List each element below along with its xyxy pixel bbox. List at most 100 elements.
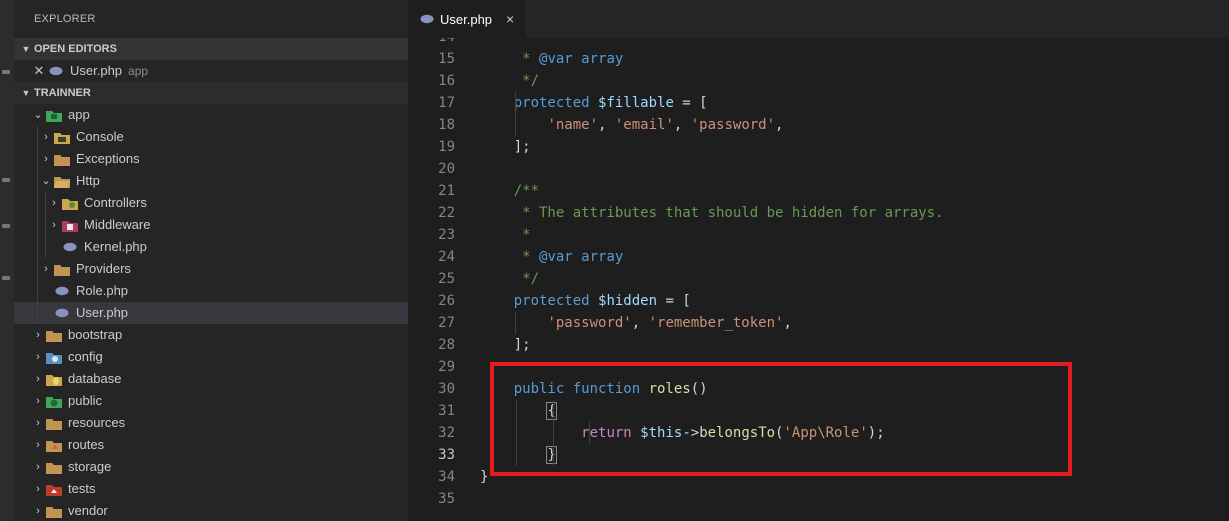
indent-guide — [515, 92, 516, 114]
tab-user-php[interactable]: User.php × — [408, 0, 525, 38]
config-folder-icon — [46, 350, 62, 364]
code-line[interactable]: 19 ]; — [408, 136, 1229, 158]
code-line[interactable]: 26 protected $hidden = [ — [408, 290, 1229, 312]
tree-folder-storage[interactable]: › storage — [14, 456, 408, 478]
chevron-right-icon: › — [52, 197, 56, 209]
code-token: /** — [480, 183, 540, 199]
line-text: protected $hidden = [ — [480, 290, 691, 312]
code-token: array — [572, 51, 624, 67]
source-control-icon[interactable] — [2, 224, 10, 228]
open-editor-item[interactable]: ✕ User.php app — [14, 60, 408, 82]
line-number: 31 — [438, 403, 455, 419]
indent-guide — [515, 114, 516, 136]
routes-folder-icon — [46, 438, 62, 452]
tree-label: Console — [76, 129, 124, 144]
code-line[interactable]: 23 * — [408, 224, 1229, 246]
code-line[interactable]: 20 — [408, 158, 1229, 180]
php-file-icon — [54, 284, 70, 298]
code-token: * — [480, 249, 540, 265]
close-icon[interactable]: ✕ — [32, 60, 46, 82]
php-file-icon — [62, 240, 78, 254]
explorer-icon[interactable] — [2, 70, 10, 74]
tree-folder-tests[interactable]: › tests — [14, 478, 408, 500]
code-line[interactable]: 15 * @var array — [408, 48, 1229, 70]
code-token: array — [572, 249, 624, 265]
tree-folder-app[interactable]: ⌄ app — [14, 104, 408, 126]
code-line[interactable]: 22 * The attributes that should be hidde… — [408, 202, 1229, 224]
open-editor-folder: app — [128, 64, 149, 78]
code-line[interactable]: 18 'name', 'email', 'password', — [408, 114, 1229, 136]
tree-folder-config[interactable]: › config — [14, 346, 408, 368]
line-text: ]; — [480, 334, 531, 356]
chevron-right-icon: › — [36, 395, 40, 407]
tree-folder-controllers[interactable]: › Controllers — [14, 192, 408, 214]
open-editors-header[interactable]: ▼ OPEN EDITORS — [14, 38, 408, 60]
tree-folder-console[interactable]: › Console — [14, 126, 408, 148]
tree-file-role[interactable]: Role.php — [14, 280, 408, 302]
tree-folder-public[interactable]: › public — [14, 390, 408, 412]
tree-folder-database[interactable]: › database — [14, 368, 408, 390]
search-icon[interactable] — [2, 178, 10, 182]
code-token: protected — [480, 95, 599, 111]
chevron-right-icon: › — [36, 505, 40, 517]
file-tree: ⌄ app › Console › Exceptions ⌄ Http › Co… — [14, 104, 408, 521]
tree-file-user[interactable]: User.php — [14, 302, 408, 324]
chevron-right-icon: › — [36, 461, 40, 473]
tree-folder-http[interactable]: ⌄ Http — [14, 170, 408, 192]
tree-folder-vendor[interactable]: › vendor — [14, 500, 408, 521]
chevron-right-icon: › — [36, 373, 40, 385]
code-line[interactable]: 28 ]; — [408, 334, 1229, 356]
tree-label: Providers — [76, 261, 131, 276]
code-line[interactable]: 14 — [408, 38, 1229, 48]
tree-label: Middleware — [84, 217, 151, 232]
code-token: , — [673, 117, 691, 133]
app-folder-icon — [46, 108, 62, 122]
tab-close-icon[interactable]: × — [506, 11, 514, 27]
tree-folder-resources[interactable]: › resources — [14, 412, 408, 434]
line-text: } — [480, 466, 488, 488]
line-text: * — [480, 224, 531, 246]
code-token: 'remember_token' — [648, 315, 784, 331]
code-token: * — [480, 227, 531, 243]
code-token: = [ — [657, 293, 691, 309]
tree-folder-middleware[interactable]: › Middleware — [14, 214, 408, 236]
code-line[interactable]: 27 'password', 'remember_token', — [408, 312, 1229, 334]
code-line[interactable]: 25 */ — [408, 268, 1229, 290]
tree-label: bootstrap — [68, 327, 123, 342]
line-number: 19 — [438, 139, 455, 155]
folder-icon — [46, 460, 62, 474]
indent-guide — [515, 312, 516, 334]
tree-folder-providers[interactable]: › Providers — [14, 258, 408, 280]
code-token: ]; — [480, 337, 531, 353]
line-text: * The attributes that should be hidden f… — [480, 202, 943, 224]
tree-folder-exceptions[interactable]: › Exceptions — [14, 148, 408, 170]
code-line[interactable]: 35 — [408, 488, 1229, 510]
code-token: , — [775, 117, 784, 133]
code-token: , — [598, 117, 615, 133]
tree-folder-routes[interactable]: › routes — [14, 434, 408, 456]
code-line[interactable]: 21 /** — [408, 180, 1229, 202]
line-number: 16 — [438, 73, 455, 89]
explorer-title: EXPLORER — [34, 13, 96, 25]
tab-bar: User.php × — [408, 0, 1229, 38]
tree-label: vendor — [68, 503, 108, 518]
code-line[interactable]: 16 */ — [408, 70, 1229, 92]
tree-label: Kernel.php — [84, 239, 147, 254]
line-number: 24 — [438, 249, 455, 265]
tree-folder-bootstrap[interactable]: › bootstrap — [14, 324, 408, 346]
line-text: * @var array — [480, 246, 623, 268]
tree-file-kernel[interactable]: Kernel.php — [14, 236, 408, 258]
middleware-folder-icon — [62, 218, 78, 232]
folder-icon — [54, 152, 70, 166]
tree-label: Http — [76, 173, 100, 188]
folder-icon — [54, 262, 70, 276]
line-text: ]; — [480, 136, 531, 158]
extensions-icon[interactable] — [2, 276, 10, 280]
code-line[interactable]: 24 * @var array — [408, 246, 1229, 268]
code-token: } — [480, 469, 489, 485]
project-header[interactable]: ▼ TRAINNER — [14, 82, 408, 104]
line-number: 28 — [438, 337, 455, 353]
tree-label: database — [68, 371, 122, 386]
code-line[interactable]: 17 protected $fillable = [ — [408, 92, 1229, 114]
